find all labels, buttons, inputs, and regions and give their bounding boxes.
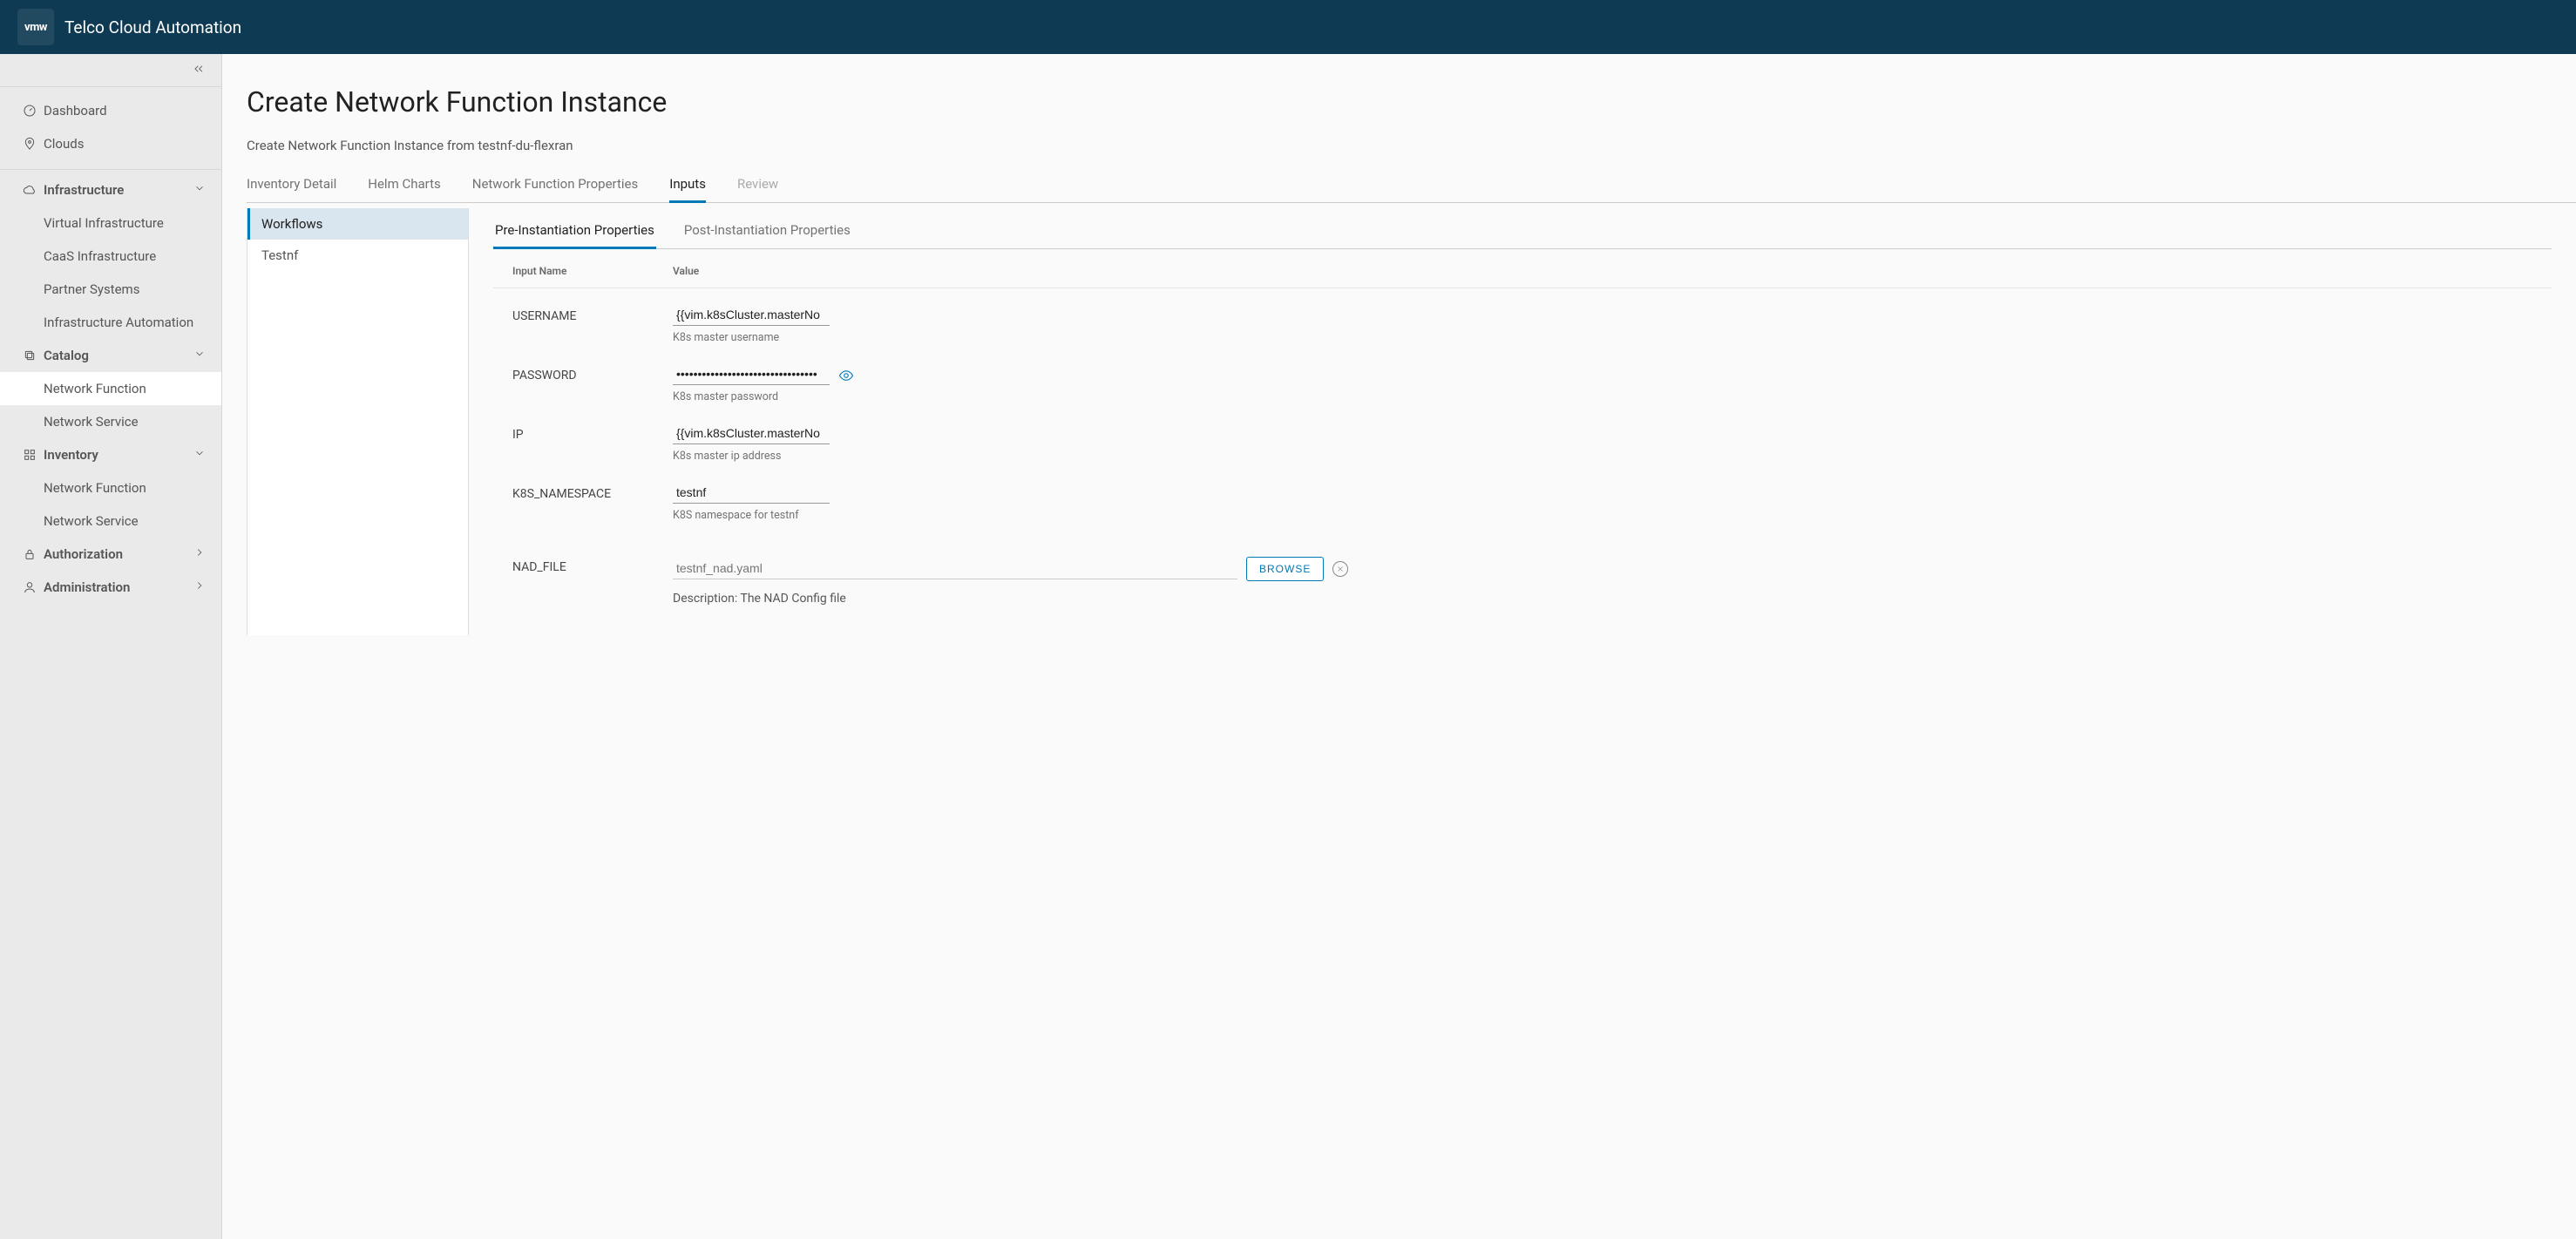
sidebar-item-catalog[interactable]: Catalog [0,339,221,372]
eye-icon[interactable] [838,368,854,383]
vmw-logo: vmw [17,9,54,45]
sidebar-item-catalog-network-function[interactable]: Network Function [0,372,221,405]
column-input-name: Input Name [512,265,673,277]
sidebar-item-label: Catalog [44,348,89,363]
helper-text: K8s master password [673,390,778,403]
step-review: Review [737,169,778,202]
sidebar-item-infrastructure[interactable]: Infrastructure [0,173,221,206]
chevron-right-icon [193,546,206,562]
main-content: Create Network Function Instance Create … [222,54,2576,1239]
username-input[interactable] [673,306,830,326]
field-label: PASSWORD [512,365,673,383]
sidebar-item-label: Infrastructure [44,182,124,198]
helper-text: Description: The NAD Config file [673,592,846,606]
sidebar-item-label: Administration [44,579,130,595]
nad-file-input[interactable] [673,559,1237,579]
helper-text: K8S namespace for testnf [673,509,799,522]
chevron-down-icon [193,447,206,463]
sidebar-item-administration[interactable]: Administration [0,571,221,604]
field-label: K8S_NAMESPACE [512,484,673,501]
sidebar-item-dashboard[interactable]: Dashboard [0,94,221,127]
column-value: Value [673,265,699,277]
field-label: IP [512,424,673,442]
cloud-icon [23,183,37,197]
sidebar: Dashboard Clouds Infrastructure Virtual … [0,54,222,1239]
gauge-icon [23,104,37,118]
field-row-nad-file: NAD_FILE BROWSE Description: The NAD Con… [493,525,2552,609]
field-row-k8s-namespace: K8S_NAMESPACE K8S namespace for testnf [493,466,2552,525]
page-title: Create Network Function Instance [247,78,2576,138]
chevron-right-icon [193,579,206,595]
helper-text: K8s master ip address [673,450,781,463]
form-pane: Pre-Instantiation Properties Post-Instan… [469,208,2576,635]
chevrons-left-icon [192,62,206,79]
inputs-subnav: Workflows Testnf [247,208,469,635]
subnav-testnf[interactable]: Testnf [247,240,468,271]
sidebar-item-inventory-network-function[interactable]: Network Function [0,471,221,504]
field-row-ip: IP K8s master ip address [493,407,2552,466]
sidebar-item-inventory-network-service[interactable]: Network Service [0,504,221,538]
clear-file-icon[interactable] [1332,561,1348,577]
field-row-username: USERNAME K8s master username [493,288,2552,348]
ip-input[interactable] [673,424,830,444]
field-label: NAD_FILE [512,557,673,574]
sidebar-item-label: Clouds [44,136,84,152]
sidebar-item-partner-systems[interactable]: Partner Systems [0,273,221,306]
tab-pre-instantiation[interactable]: Pre-Instantiation Properties [493,217,656,249]
sidebar-item-catalog-network-service[interactable]: Network Service [0,405,221,438]
app-header: vmw Telco Cloud Automation [0,0,2576,54]
lock-icon [23,547,37,561]
step-helm-charts[interactable]: Helm Charts [368,169,440,202]
map-pin-icon [23,137,37,151]
browse-button[interactable]: BROWSE [1246,557,1324,581]
page-subtitle: Create Network Function Instance from te… [247,138,2576,153]
field-row-password: PASSWORD K8s master password [493,348,2552,407]
chevron-down-icon [193,182,206,198]
sidebar-item-caas-infrastructure[interactable]: CaaS Infrastructure [0,240,221,273]
sidebar-item-label: Dashboard [44,103,107,118]
table-header-row: Input Name Value [493,249,2552,288]
user-icon [23,580,37,594]
sidebar-item-authorization[interactable]: Authorization [0,538,221,571]
sidebar-item-label: Inventory [44,447,98,463]
grid-icon [23,448,37,462]
copy-icon [23,349,37,362]
app-title: Telco Cloud Automation [64,17,241,37]
field-label: USERNAME [512,306,673,323]
subnav-workflows[interactable]: Workflows [247,208,468,240]
sidebar-collapse[interactable] [0,54,221,87]
step-inventory-detail[interactable]: Inventory Detail [247,169,336,202]
sidebar-item-virtual-infrastructure[interactable]: Virtual Infrastructure [0,206,221,240]
password-input[interactable] [673,365,830,385]
sidebar-item-label: Authorization [44,546,123,562]
k8s-namespace-input[interactable] [673,484,830,504]
inner-tabs: Pre-Instantiation Properties Post-Instan… [493,217,2552,249]
step-network-function-properties[interactable]: Network Function Properties [472,169,638,202]
wizard-steps: Inventory Detail Helm Charts Network Fun… [247,169,2576,203]
chevron-down-icon [193,348,206,363]
tab-post-instantiation[interactable]: Post-Instantiation Properties [682,217,852,248]
step-inputs[interactable]: Inputs [669,169,706,203]
helper-text: K8s master username [673,331,779,344]
sidebar-item-clouds[interactable]: Clouds [0,127,221,160]
sidebar-item-infrastructure-automation[interactable]: Infrastructure Automation [0,306,221,339]
sidebar-item-inventory[interactable]: Inventory [0,438,221,471]
